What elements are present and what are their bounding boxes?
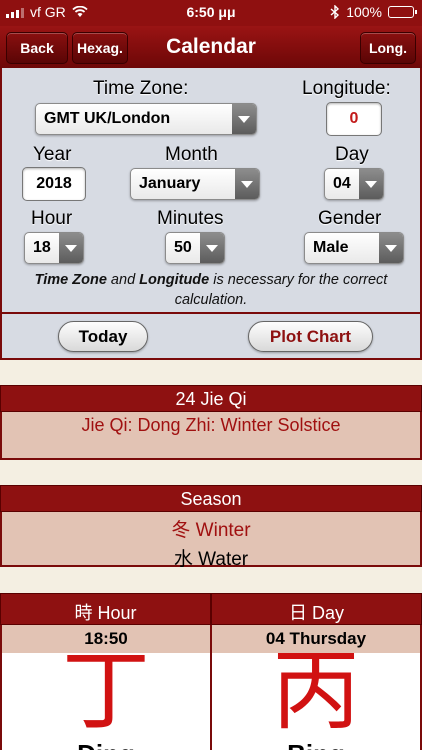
calculation-note: Time Zone and Longitude is necessary for… bbox=[34, 272, 388, 308]
hour-time: 18:50 bbox=[0, 625, 211, 653]
day-label: Day bbox=[335, 144, 369, 165]
action-row: Today Plot Chart bbox=[0, 314, 422, 360]
jieqi-panel: Jie Qi: Dong Zhi: Winter Solstice bbox=[0, 412, 422, 460]
gender-label: Gender bbox=[318, 208, 382, 229]
page-title: Calendar bbox=[166, 35, 256, 58]
day-stem-character: 丙 bbox=[271, 653, 360, 742]
hour-stem-label: Ding bbox=[2, 739, 210, 750]
chevron-down-icon bbox=[235, 169, 259, 199]
nav-bar: Back Hexag. Calendar Long. bbox=[0, 26, 422, 68]
gender-value: Male bbox=[313, 239, 349, 256]
hour-stem-character: 丁 bbox=[61, 653, 150, 742]
bluetooth-icon bbox=[330, 5, 340, 19]
timezone-value: GMT UK/London bbox=[44, 110, 171, 127]
month-select[interactable]: January bbox=[130, 168, 260, 200]
gender-select[interactable]: Male bbox=[304, 232, 404, 264]
jieqi-value: Jie Qi: Dong Zhi: Winter Solstice bbox=[81, 415, 341, 435]
chevron-down-icon bbox=[379, 233, 403, 263]
battery-percent: 100% bbox=[346, 4, 382, 20]
chevron-down-icon bbox=[200, 233, 224, 263]
year-input[interactable]: 2018 bbox=[22, 167, 86, 201]
day-date: 04 Thursday bbox=[211, 625, 422, 653]
longitude-label: Longitude: bbox=[302, 78, 391, 99]
chevron-down-icon bbox=[359, 169, 383, 199]
month-value: January bbox=[139, 175, 201, 192]
day-value: 04 bbox=[333, 175, 351, 192]
season-panel: 冬 Winter 水 Water bbox=[0, 512, 422, 570]
battery-icon bbox=[388, 6, 417, 18]
jieqi-header: 24 Jie Qi bbox=[0, 385, 422, 412]
day-column-header: 日 Day bbox=[211, 593, 422, 625]
season-header: Season bbox=[0, 485, 422, 512]
status-bar: vf GR 6:50 μμ 100% bbox=[0, 0, 422, 26]
minutes-label: Minutes bbox=[157, 208, 224, 229]
hour-label: Hour bbox=[31, 208, 73, 229]
timezone-select[interactable]: GMT UK/London bbox=[35, 103, 257, 135]
season-value: 冬 Winter bbox=[171, 520, 251, 541]
day-stem-label: Bing bbox=[212, 739, 420, 750]
hour-column-header: 時 Hour bbox=[0, 593, 211, 625]
today-button[interactable]: Today bbox=[58, 321, 148, 352]
longitude-input[interactable]: 0 bbox=[326, 102, 382, 136]
longitude-button[interactable]: Long. bbox=[360, 32, 416, 64]
year-label: Year bbox=[33, 144, 72, 165]
hour-select[interactable]: 18 bbox=[24, 232, 84, 264]
day-stem-panel: 丙 Bing bbox=[211, 653, 422, 750]
hour-stem-panel: 丁 Ding bbox=[0, 653, 211, 750]
plot-chart-button[interactable]: Plot Chart bbox=[248, 321, 373, 352]
day-select[interactable]: 04 bbox=[324, 168, 384, 200]
minutes-value: 50 bbox=[174, 239, 192, 256]
chevron-down-icon bbox=[232, 104, 256, 134]
timezone-label: Time Zone: bbox=[93, 78, 189, 99]
chevron-down-icon bbox=[59, 233, 83, 263]
minutes-select[interactable]: 50 bbox=[165, 232, 225, 264]
hour-value: 18 bbox=[33, 239, 51, 256]
element-value: 水 Water bbox=[173, 549, 249, 570]
month-label: Month bbox=[165, 144, 218, 165]
